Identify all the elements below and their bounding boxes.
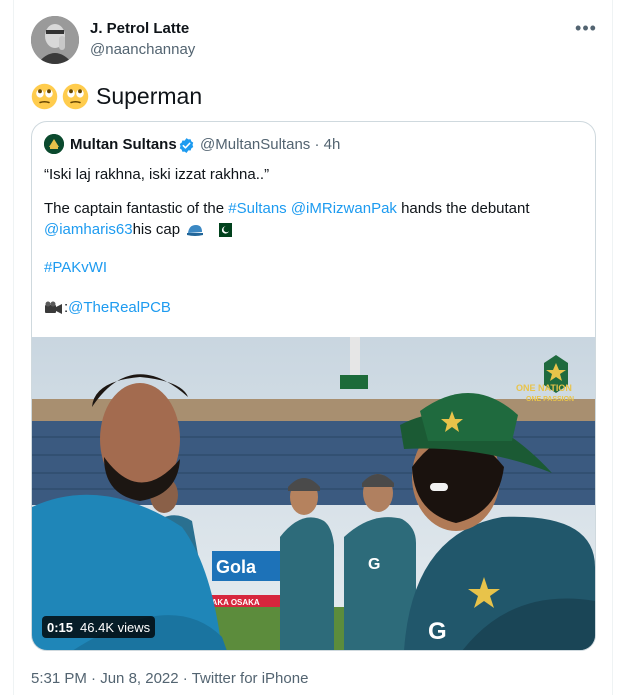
author-handle[interactable]: @naanchannay bbox=[90, 41, 195, 58]
video-stats-badge: 0:15 46.4K views bbox=[42, 616, 156, 638]
mention-iamharis63-link[interactable]: @iamharis63 bbox=[44, 220, 133, 240]
quoted-tweet[interactable]: Multan Sultans @MultanSultans · 4h “Iski… bbox=[31, 121, 596, 651]
quoted-line-3-text: his cap bbox=[132, 221, 181, 238]
quoted-line-2: The captain fantastic of the #Sultans @i… bbox=[44, 199, 530, 219]
avatar-image bbox=[31, 16, 79, 64]
author-name[interactable]: J. Petrol Latte bbox=[90, 20, 189, 37]
more-options-icon[interactable]: ••• bbox=[572, 14, 600, 42]
author-avatar[interactable] bbox=[31, 16, 79, 64]
tweet-date[interactable]: Jun 8, 2022 bbox=[100, 670, 178, 687]
mention-imrizwanpak-link[interactable]: @iMRizwanPak bbox=[291, 200, 397, 217]
meta-separator: · bbox=[91, 670, 97, 687]
quoted-line-1: “Iski laj rakhna, iski izzat rakhna..” bbox=[44, 166, 270, 183]
quoted-line-2-text: The captain fantastic of the bbox=[44, 200, 229, 217]
quoted-video[interactable]: Gola OSAKA OSAKA G G ONE NATION ONE PASS… bbox=[32, 337, 595, 650]
quoted-line-2-end: hands the debutant bbox=[396, 200, 530, 217]
face-with-rolling-eyes-emoji bbox=[31, 83, 58, 109]
hashtag-pakvwi-link[interactable]: #PAKvWI bbox=[44, 259, 107, 276]
badge-text-bottom: ONE PASSION bbox=[526, 396, 574, 403]
quoted-separator: · bbox=[314, 136, 320, 153]
svg-text:G: G bbox=[368, 556, 380, 573]
tweet-source[interactable]: Twitter for iPhone bbox=[192, 670, 309, 687]
hashtag-sultans-link[interactable]: #Sultans bbox=[228, 200, 286, 217]
quoted-author-avatar[interactable] bbox=[44, 134, 64, 154]
video-views: 46.4K views bbox=[80, 619, 151, 635]
tweet-meta: 5:31 PM · Jun 8, 2022 · Twitter for iPho… bbox=[31, 670, 308, 687]
quoted-timestamp[interactable]: 4h bbox=[324, 136, 341, 153]
tweet-text: Superman bbox=[31, 80, 202, 112]
mention-therealpcb-link[interactable]: @TheRealPCB bbox=[68, 298, 171, 318]
pakistan-flag-emoji bbox=[214, 223, 233, 237]
movie-camera-emoji bbox=[45, 301, 62, 314]
quoted-line-3: @iamharis63 his cap bbox=[44, 220, 233, 240]
tweet-time[interactable]: 5:31 PM bbox=[31, 670, 87, 687]
billed-cap-emoji bbox=[187, 225, 204, 236]
multan-sultans-logo-icon bbox=[44, 134, 64, 154]
quoted-line-4: #PAKvWI bbox=[44, 258, 107, 278]
verified-badge-icon bbox=[179, 138, 194, 153]
video-duration: 0:15 bbox=[47, 619, 74, 635]
quoted-author-name[interactable]: Multan Sultans bbox=[70, 136, 177, 153]
face-with-rolling-eyes-emoji bbox=[62, 83, 89, 109]
quoted-author-meta[interactable]: @MultanSultans · 4h bbox=[200, 136, 340, 153]
banner-text: Gola bbox=[216, 557, 257, 577]
quoted-author-handle[interactable]: @MultanSultans bbox=[200, 136, 310, 153]
quoted-line-5: : @TheRealPCB bbox=[44, 298, 171, 318]
video-frame-image: Gola OSAKA OSAKA G G ONE NATION ONE PASS… bbox=[32, 337, 595, 650]
meta-separator: · bbox=[182, 670, 188, 687]
tweet-text-content: Superman bbox=[96, 82, 203, 109]
badge-text-top: ONE NATION bbox=[516, 383, 572, 393]
svg-text:G: G bbox=[428, 618, 447, 645]
